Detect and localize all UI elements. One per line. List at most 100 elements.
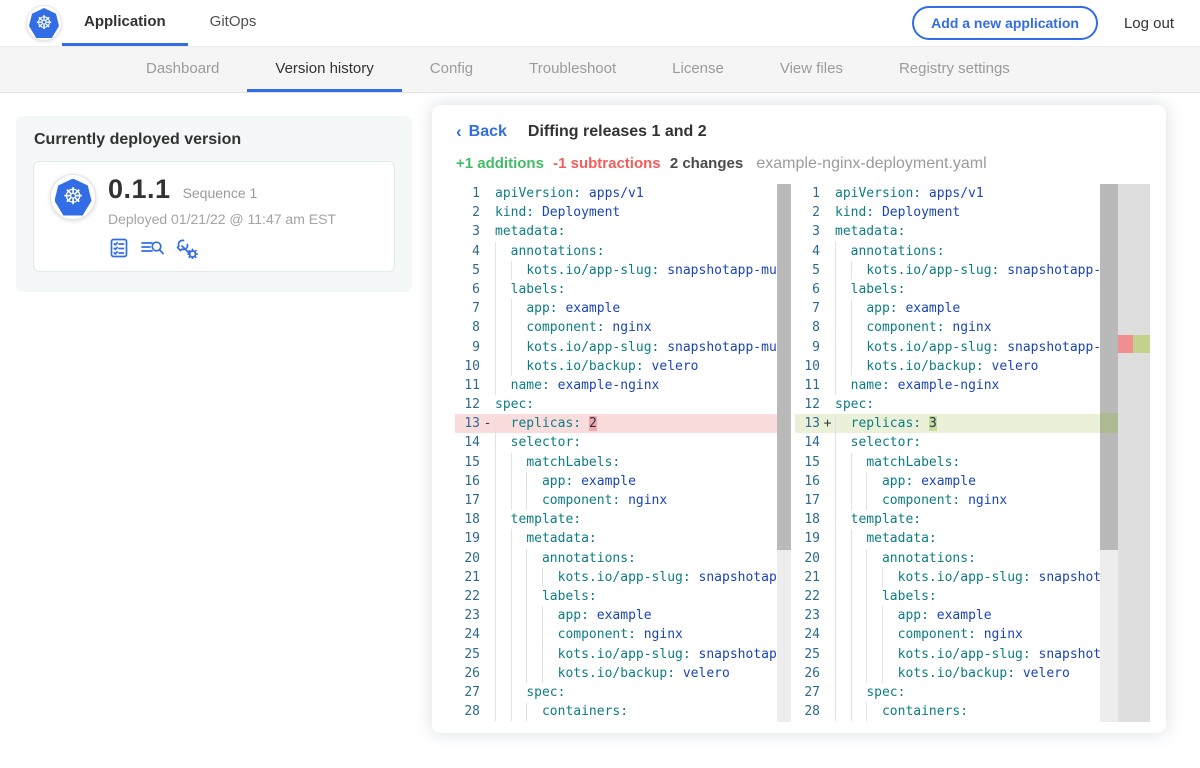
diff-sign bbox=[480, 222, 495, 241]
line-number: 6 bbox=[455, 280, 480, 299]
diff-sign bbox=[480, 376, 495, 395]
code-text: app: example bbox=[835, 606, 1100, 625]
ruler-removed-mark bbox=[1118, 335, 1133, 353]
code-line: 12spec: bbox=[455, 395, 777, 414]
line-gutter: 16 bbox=[795, 472, 835, 491]
line-number: 21 bbox=[795, 568, 820, 587]
line-number: 1 bbox=[455, 184, 480, 203]
diff-sign bbox=[480, 357, 495, 376]
line-gutter: 22 bbox=[455, 587, 495, 606]
sequence-label: Sequence 1 bbox=[183, 185, 258, 201]
edit-config-icon bbox=[175, 237, 199, 259]
line-number: 2 bbox=[795, 203, 820, 222]
code-content: component: nginx bbox=[835, 318, 1100, 337]
line-number: 24 bbox=[795, 625, 820, 644]
add-application-button[interactable]: Add a new application bbox=[912, 6, 1098, 40]
back-chevron-icon: ‹ bbox=[456, 122, 462, 142]
scrollbar-track[interactable] bbox=[777, 184, 791, 722]
subnav-tab-license[interactable]: License bbox=[644, 47, 752, 92]
code-content: spec: bbox=[835, 395, 1100, 414]
diff-sign bbox=[480, 683, 495, 702]
line-number: 12 bbox=[455, 395, 480, 414]
line-number: 19 bbox=[455, 529, 480, 548]
diff-sign bbox=[480, 645, 495, 664]
diff-sign bbox=[480, 453, 495, 472]
kubernetes-logo-icon: ☸ bbox=[26, 5, 62, 41]
code-line: 4 annotations: bbox=[795, 242, 1100, 261]
line-number: 9 bbox=[455, 338, 480, 357]
line-number: 27 bbox=[455, 683, 480, 702]
code-content: labels: bbox=[495, 280, 777, 299]
scrollbar-thumb[interactable] bbox=[1100, 184, 1118, 550]
line-gutter: 12 bbox=[795, 395, 835, 414]
diff-sign bbox=[480, 280, 495, 299]
subnav-tab-config[interactable]: Config bbox=[402, 47, 501, 92]
diff-sign bbox=[820, 510, 835, 529]
subnav-tab-version-history[interactable]: Version history bbox=[247, 47, 401, 92]
line-gutter: 12 bbox=[455, 395, 495, 414]
line-number: 3 bbox=[795, 222, 820, 241]
code-content: spec: bbox=[495, 683, 777, 702]
edit-config-button[interactable] bbox=[175, 237, 199, 259]
code-line: 2kind: Deployment bbox=[455, 203, 777, 222]
subnav-tab-troubleshoot[interactable]: Troubleshoot bbox=[501, 47, 644, 92]
diff-sign bbox=[820, 261, 835, 280]
code-content: kots.io/app-slug: snapshotap bbox=[835, 645, 1100, 664]
scrollbar-track[interactable] bbox=[1100, 184, 1118, 722]
code-text: template: bbox=[495, 510, 777, 529]
code-content: kots.io/app-slug: snapshotap bbox=[835, 568, 1100, 587]
code-line: 15 matchLabels: bbox=[455, 453, 777, 472]
tab-application[interactable]: Application bbox=[62, 0, 188, 46]
code-content: kots.io/backup: velero bbox=[835, 357, 1100, 376]
line-gutter: 27 bbox=[455, 683, 495, 702]
code-text: kots.io/backup: velero bbox=[835, 357, 1100, 376]
code-text: app: example bbox=[495, 472, 777, 491]
line-number: 14 bbox=[455, 433, 480, 452]
subnav-tab-registry-settings[interactable]: Registry settings bbox=[871, 47, 1038, 92]
line-number: 12 bbox=[795, 395, 820, 414]
line-number: 15 bbox=[795, 453, 820, 472]
line-gutter: 4 bbox=[795, 242, 835, 261]
back-link[interactable]: ‹ Back bbox=[456, 122, 507, 142]
diff-sign bbox=[820, 587, 835, 606]
line-gutter: 28 bbox=[455, 702, 495, 721]
diff-pane-original[interactable]: 1apiVersion: apps/v12kind: Deployment3me… bbox=[455, 184, 791, 722]
diff-sign bbox=[820, 606, 835, 625]
code-line: 8 component: nginx bbox=[795, 318, 1100, 337]
code-line: 25 kots.io/app-slug: snapshotap bbox=[795, 645, 1100, 664]
line-number: 25 bbox=[455, 645, 480, 664]
diff-sign bbox=[820, 395, 835, 414]
code-line: 7 app: example bbox=[455, 299, 777, 318]
code-line: 19 metadata: bbox=[455, 529, 777, 548]
line-number: 7 bbox=[795, 299, 820, 318]
code-text: kots.io/app-slug: snapshotapp-mu bbox=[495, 261, 777, 280]
deployed-timestamp: Deployed 01/21/22 @ 11:47 am EST bbox=[108, 211, 336, 227]
code-line: 14 selector: bbox=[455, 433, 777, 452]
code-content: template: bbox=[495, 510, 777, 529]
logout-link[interactable]: Log out bbox=[1124, 15, 1174, 32]
release-notes-button[interactable] bbox=[108, 237, 130, 259]
scrollbar-thumb[interactable] bbox=[777, 184, 791, 550]
code-line: 9 kots.io/app-slug: snapshotapp-mu bbox=[795, 338, 1100, 357]
code-text: matchLabels: bbox=[495, 453, 777, 472]
line-gutter: 8 bbox=[795, 318, 835, 337]
deploy-logs-button[interactable] bbox=[140, 237, 165, 259]
subnav-tab-dashboard[interactable]: Dashboard bbox=[118, 47, 247, 92]
subnav-label: Dashboard bbox=[146, 60, 219, 77]
code-text: annotations: bbox=[495, 242, 777, 261]
code-text: kots.io/app-slug: snapshotap bbox=[495, 645, 777, 664]
code-text: component: nginx bbox=[835, 491, 1100, 510]
subnav-tab-view-files[interactable]: View files bbox=[752, 47, 871, 92]
code-line: 20 annotations: bbox=[795, 549, 1100, 568]
tab-gitops-label: GitOps bbox=[210, 13, 257, 30]
diff-sign bbox=[820, 549, 835, 568]
code-text: app: example bbox=[495, 606, 777, 625]
diff-pane-modified[interactable]: 1apiVersion: apps/v12kind: Deployment3me… bbox=[795, 184, 1150, 722]
line-gutter: 4 bbox=[455, 242, 495, 261]
line-number: 23 bbox=[455, 606, 480, 625]
code-content: component: nginx bbox=[495, 625, 777, 644]
diff-sign bbox=[820, 472, 835, 491]
line-number: 9 bbox=[795, 338, 820, 357]
line-number: 5 bbox=[455, 261, 480, 280]
tab-gitops[interactable]: GitOps bbox=[188, 0, 279, 46]
